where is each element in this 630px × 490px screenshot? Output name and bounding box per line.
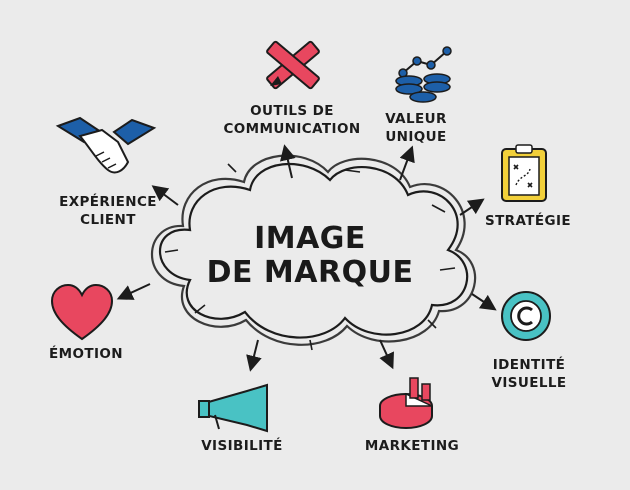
- pencil-ruler-icon: [266, 40, 320, 90]
- node-label-line2: VISUELLE: [491, 375, 567, 391]
- node-identite-visuelle: IDENTITÉ VISUELLE: [486, 356, 572, 392]
- node-label-line2: CLIENT: [80, 212, 136, 228]
- node-marketing: MARKETING: [362, 437, 462, 455]
- arrow-valeur: [399, 145, 415, 181]
- clipboard-strategy-icon: [501, 144, 547, 202]
- megaphone-icon: [198, 383, 268, 433]
- node-label-line1: MARKETING: [364, 438, 460, 454]
- diagram-canvas: IMAGE DE MARQUE OUTILS DE COMMUNICATION …: [0, 0, 630, 490]
- arrow-marketing: [379, 339, 394, 370]
- central-title-line2: DE MARQUE: [206, 255, 414, 290]
- heart-icon: [50, 283, 114, 341]
- node-emotion: ÉMOTION: [44, 345, 128, 363]
- node-label-line1: STRATÉGIE: [484, 213, 572, 229]
- node-label-line1: IDENTITÉ: [492, 357, 566, 373]
- node-outils-de-communication: OUTILS DE COMMUNICATION: [218, 102, 366, 138]
- arrow-visibilite: [246, 339, 262, 372]
- pie-bar-chart-icon: [379, 377, 433, 429]
- arrow-emotion: [116, 283, 151, 300]
- node-label-line1: OUTILS DE: [250, 103, 334, 119]
- arrow-identite: [471, 293, 497, 311]
- central-title-line1: IMAGE: [254, 221, 366, 256]
- node-experience-client: EXPÉRIENCE CLIENT: [54, 193, 162, 229]
- node-label-line1: VISIBILITÉ: [201, 438, 283, 454]
- handshake-icon: [55, 116, 157, 174]
- coins-chart-icon: [395, 46, 452, 103]
- node-label-line2: UNIQUE: [385, 129, 447, 145]
- node-visibilite: VISIBILITÉ: [196, 437, 288, 455]
- node-label-line1: ÉMOTION: [49, 346, 123, 362]
- node-label-line1: EXPÉRIENCE: [59, 194, 157, 210]
- node-strategie: STRATÉGIE: [482, 212, 574, 230]
- node-label-line2: COMMUNICATION: [223, 121, 361, 137]
- central-title: IMAGE DE MARQUE: [195, 222, 425, 290]
- copyright-badge-icon: [501, 291, 551, 341]
- node-valeur-unique: VALEUR UNIQUE: [380, 110, 452, 146]
- node-label-line1: VALEUR: [385, 111, 447, 127]
